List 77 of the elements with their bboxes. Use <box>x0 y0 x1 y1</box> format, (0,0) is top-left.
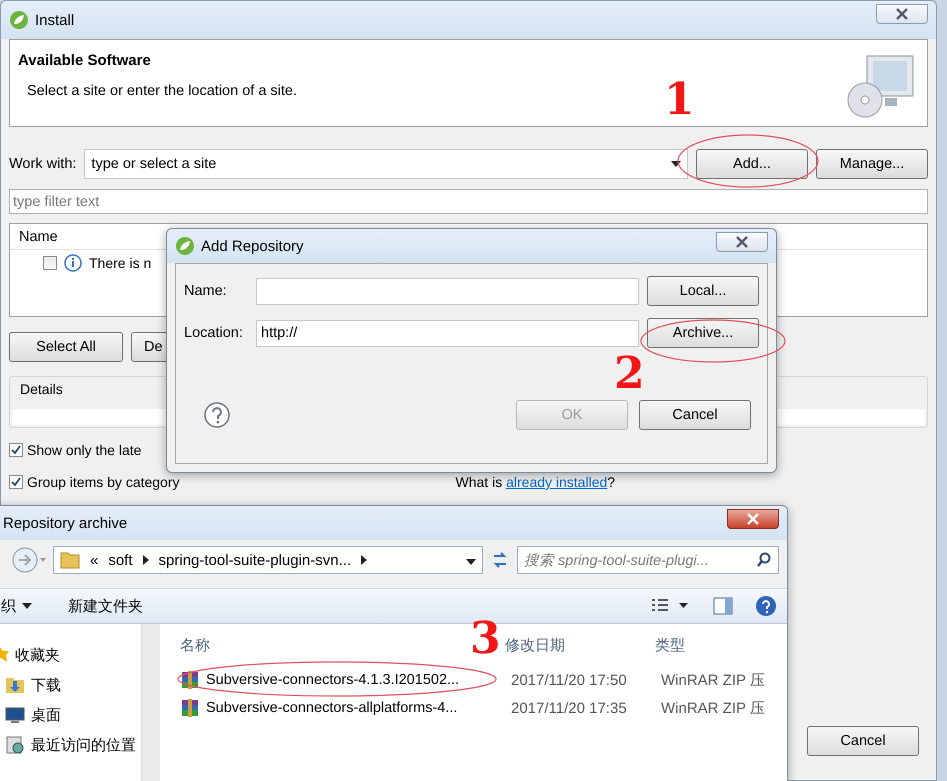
annotation-number: 3 <box>470 617 501 661</box>
checkbox[interactable] <box>43 256 57 270</box>
info-icon <box>64 254 82 272</box>
work-with-label: Work with: <box>9 156 76 172</box>
field-label: Location: <box>184 325 244 341</box>
select-all-button[interactable]: Select All <box>9 332 123 362</box>
file-date: 2017/11/20 17:35 <box>511 700 628 716</box>
annotation-number: 2 <box>614 352 645 396</box>
table-row-text: There is n <box>89 255 152 271</box>
file-type: WinRAR ZIP 压 <box>661 670 766 690</box>
local-button[interactable]: Local... <box>647 276 759 306</box>
caret-icon[interactable] <box>671 161 681 167</box>
view-options-icon[interactable] <box>651 598 691 614</box>
dialog-title: Repository archive <box>3 514 128 532</box>
preview-pane-icon[interactable] <box>713 597 733 615</box>
already-installed-link[interactable]: already installed <box>506 474 608 490</box>
archive-button[interactable]: Archive... <box>647 318 759 348</box>
help-icon[interactable] <box>755 595 777 617</box>
close-button[interactable] <box>727 509 779 529</box>
add-button[interactable]: Add... <box>696 149 808 179</box>
close-button[interactable] <box>716 232 768 252</box>
file-name[interactable]: Subversive-connectors-4.1.3.I201502... <box>206 672 511 688</box>
name-field[interactable] <box>256 278 639 304</box>
dialog-title: Add Repository <box>201 238 304 254</box>
close-icon[interactable] <box>895 8 909 20</box>
field-label: Name: <box>184 283 228 299</box>
column-header[interactable]: Name <box>10 228 58 244</box>
address-bar[interactable]: « soft spring-tool-suite-plugin-svn... <box>53 546 483 574</box>
checkbox[interactable] <box>9 443 23 457</box>
new-folder-button[interactable]: 新建文件夹 <box>68 596 143 616</box>
help-icon[interactable] <box>204 402 230 428</box>
search-field[interactable]: 搜索 spring-tool-suite-plugi... <box>517 546 779 574</box>
file-date: 2017/11/20 17:50 <box>511 672 628 688</box>
archive-icon <box>180 670 200 690</box>
checkbox[interactable] <box>9 475 23 489</box>
file-name[interactable]: Subversive-connectors-allplatforms-4... <box>206 700 511 716</box>
filter-field[interactable]: type filter text <box>9 189 928 214</box>
file-type: WinRAR ZIP 压 <box>661 698 766 718</box>
window-title: Install <box>35 12 74 28</box>
option-label: Group items by category <box>27 474 180 490</box>
header-subtitle: Select a site or enter the location of a site. <box>27 83 298 99</box>
location-field[interactable]: http:// <box>256 320 639 346</box>
column-header[interactable]: 名称 <box>180 636 210 654</box>
breadcrumb-prefix[interactable]: « <box>90 552 98 568</box>
site-combo[interactable]: type or select a site <box>84 149 688 179</box>
close-button[interactable] <box>876 4 928 24</box>
chevron-icon[interactable] <box>361 555 368 565</box>
archive-icon <box>180 698 200 718</box>
header-title: Available Software <box>18 52 152 69</box>
nav-item[interactable]: 最近访问的位置 <box>31 736 136 754</box>
column-header[interactable]: 类型 <box>655 636 685 654</box>
cancel-button[interactable]: Cancel <box>807 726 919 756</box>
close-icon[interactable] <box>735 236 749 248</box>
breadcrumb-item[interactable]: spring-tool-suite-plugin-svn... <box>158 552 352 568</box>
scrollbar[interactable] <box>141 624 160 781</box>
cancel-button[interactable]: Cancel <box>639 400 751 430</box>
recent-places-icon <box>5 735 25 755</box>
nav-item[interactable]: 下载 <box>31 676 61 694</box>
nav-item[interactable]: 桌面 <box>31 706 61 724</box>
breadcrumb-item[interactable]: soft <box>108 552 133 568</box>
leaf-icon <box>175 236 195 256</box>
organize-menu[interactable]: 织 <box>0 596 32 616</box>
folder-icon <box>60 551 80 569</box>
download-folder-icon <box>5 675 25 695</box>
caret-icon[interactable] <box>22 603 32 609</box>
manage-button[interactable]: Manage... <box>816 149 928 179</box>
column-header[interactable]: 修改日期 <box>505 636 565 654</box>
leaf-icon <box>9 10 29 30</box>
details-label: Details <box>20 381 64 397</box>
chevron-icon[interactable] <box>142 555 149 565</box>
nav-item[interactable]: 收藏夹 <box>15 646 60 664</box>
search-icon <box>756 552 772 568</box>
annotation-number: 1 <box>664 78 695 122</box>
desktop-icon <box>5 706 25 724</box>
option-label: Show only the late <box>27 442 142 458</box>
installed-text: What is already installed? <box>456 474 616 490</box>
caret-icon[interactable] <box>466 558 476 564</box>
